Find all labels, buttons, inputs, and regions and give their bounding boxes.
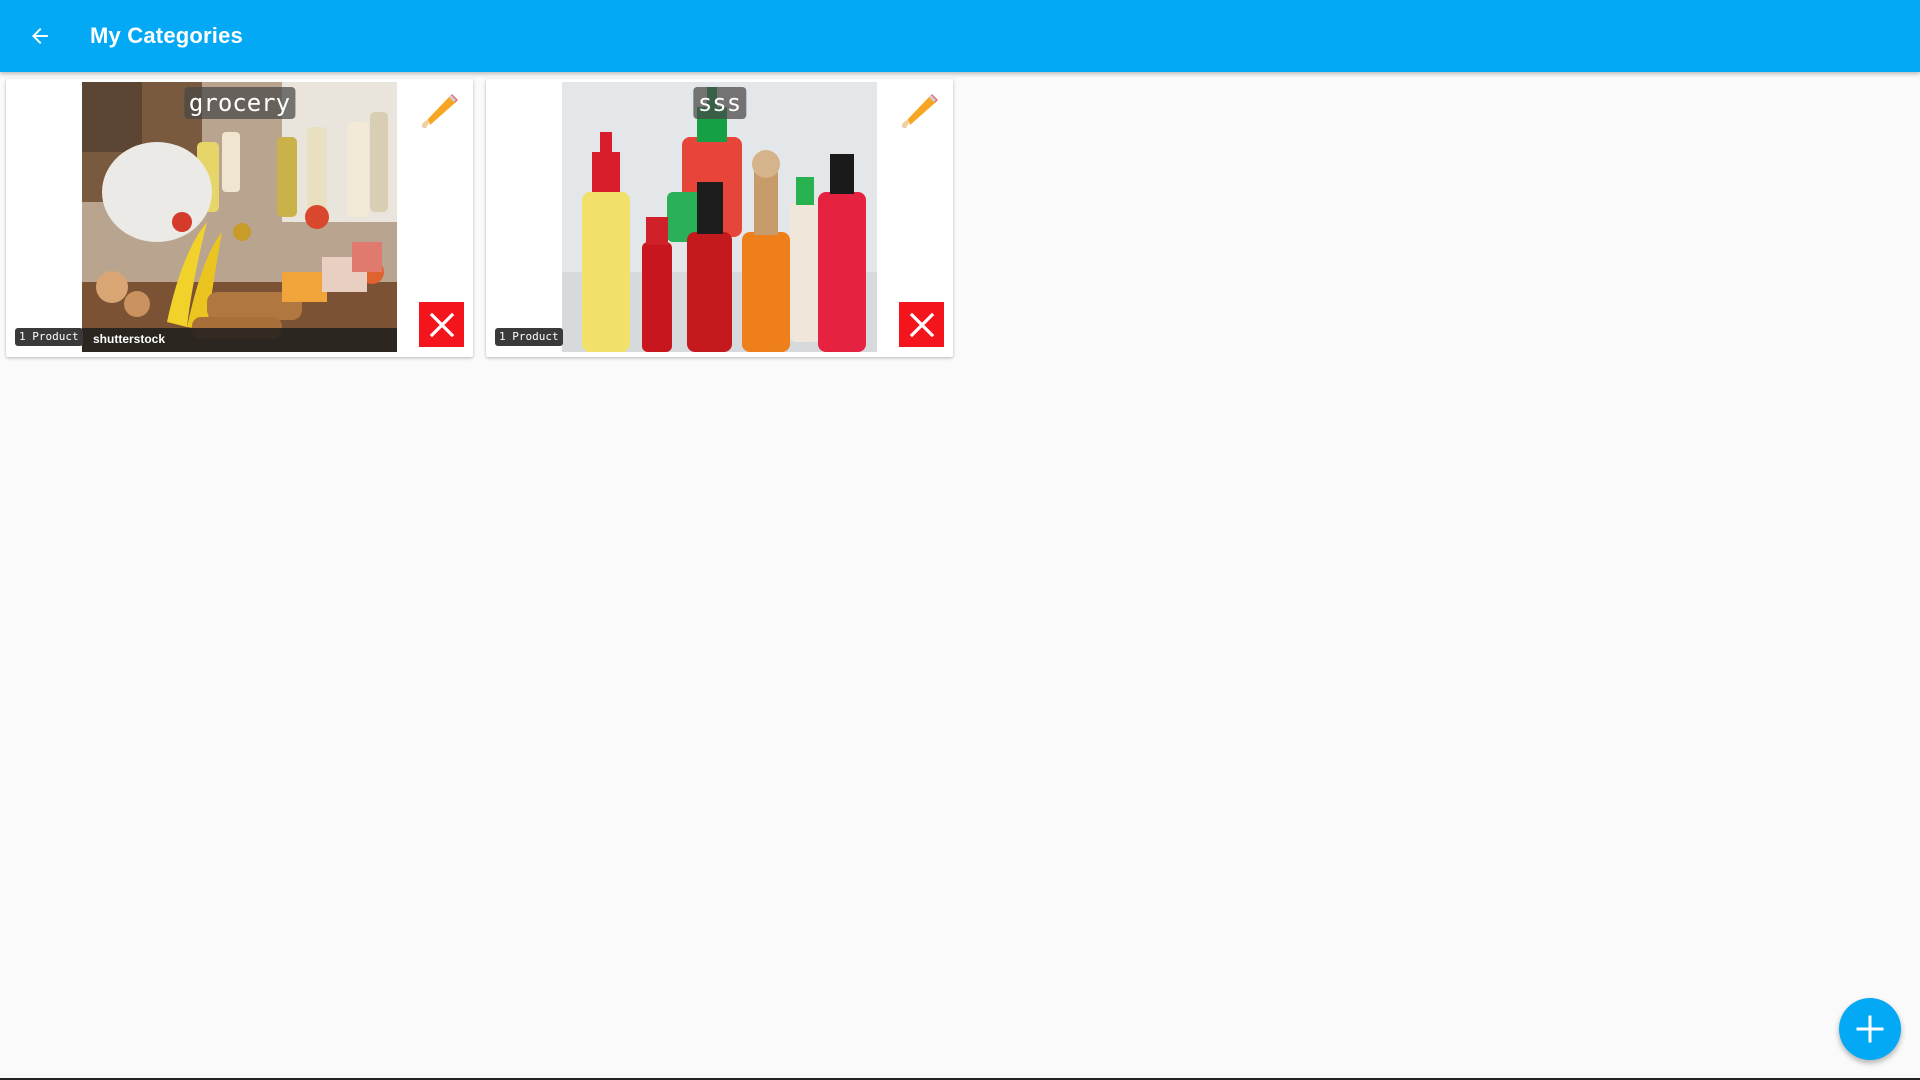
watermark-bar: shutterstock [82, 328, 397, 352]
grocery-image [82, 82, 397, 352]
edit-category-button[interactable] [416, 89, 460, 133]
category-card[interactable]: shutterstock grocery 1 Product [6, 79, 473, 357]
page-title: My Categories [90, 23, 243, 48]
arrow-back-icon [32, 28, 48, 44]
category-image[interactable]: shutterstock grocery [82, 82, 397, 352]
sauces-image [562, 82, 877, 352]
back-button[interactable] [20, 16, 60, 56]
delete-category-button[interactable] [899, 302, 944, 347]
pencil-icon [902, 94, 938, 128]
app-root: My Categories shutterstock grocery 1 Pro… [0, 0, 1920, 1080]
pencil-icon [422, 94, 458, 128]
watermark-text: shutterstock [93, 332, 166, 346]
close-icon [429, 312, 454, 337]
plus-icon [1856, 1015, 1884, 1043]
category-card[interactable]: sss 1 Product [486, 79, 953, 357]
edit-category-button[interactable] [896, 89, 940, 133]
delete-category-button[interactable] [419, 302, 464, 347]
product-count-badge: 1 Product [495, 328, 563, 346]
add-category-button[interactable] [1839, 998, 1901, 1060]
category-image[interactable]: sss [562, 82, 877, 352]
category-name: grocery [183, 87, 296, 119]
close-icon [909, 312, 934, 337]
category-name: sss [692, 87, 747, 119]
app-bar: My Categories [0, 0, 1920, 72]
product-count-badge: 1 Product [15, 328, 83, 346]
